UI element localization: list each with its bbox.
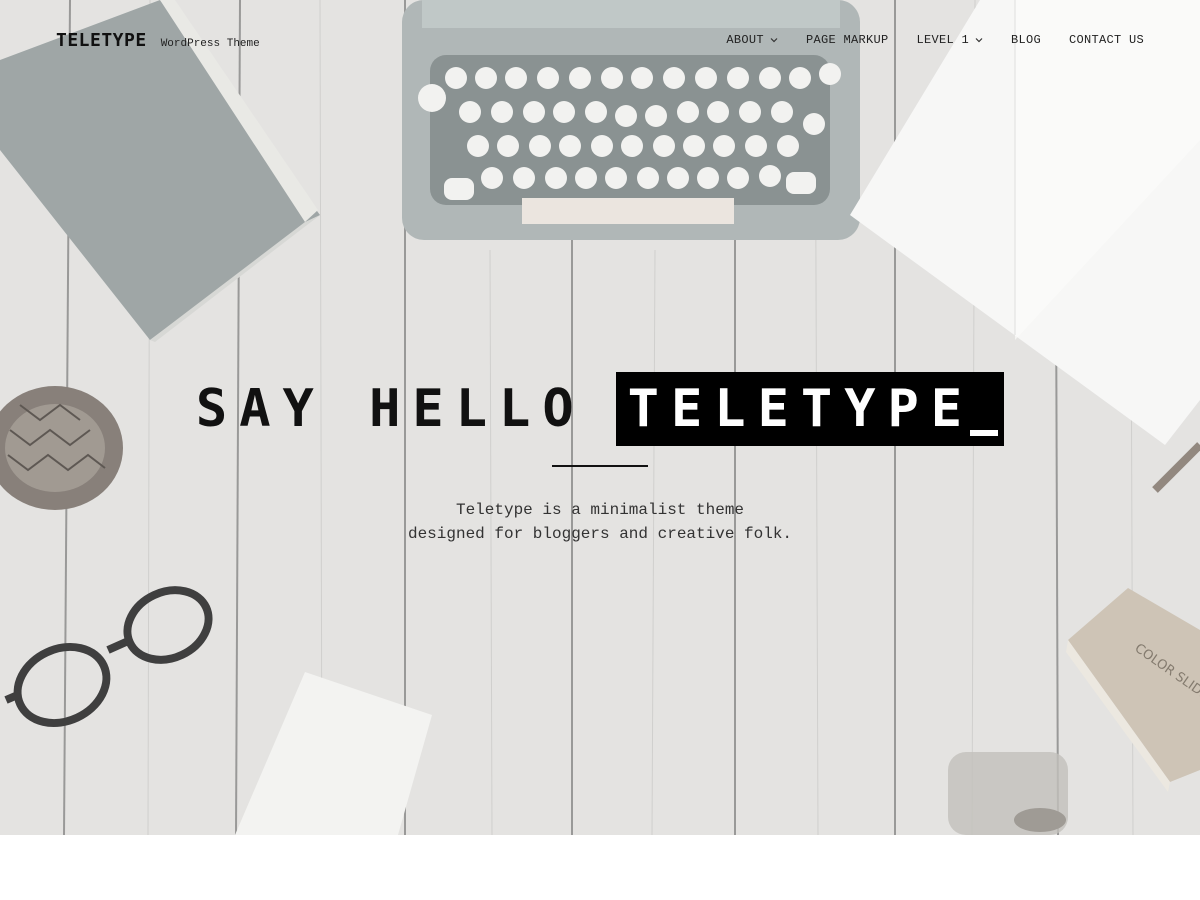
chevron-down-icon bbox=[975, 38, 983, 43]
hero-headline: SAY HELLO TELETYPE bbox=[0, 372, 1200, 446]
text-cursor-icon bbox=[970, 430, 999, 436]
nav-item-blog[interactable]: BLOG bbox=[1011, 33, 1041, 47]
hero-tagline: Teletype is a minimalist theme designed … bbox=[0, 498, 1200, 546]
content-area bbox=[0, 835, 1200, 900]
tagline-line-2: designed for bloggers and creative folk. bbox=[407, 525, 793, 543]
site-title-link[interactable]: TELETYPE bbox=[56, 30, 147, 51]
site-branding: TELETYPE WordPress Theme bbox=[56, 30, 260, 51]
nav-item-label: ABOUT bbox=[726, 33, 764, 47]
headline-highlight-box: TELETYPE bbox=[615, 372, 1005, 446]
nav-item-page-markup[interactable]: PAGE MARKUP bbox=[806, 33, 889, 47]
nav-item-label: BLOG bbox=[1010, 33, 1041, 47]
headline-plain-text: SAY HELLO bbox=[195, 379, 586, 439]
site-description: WordPress Theme bbox=[160, 38, 260, 50]
main-navigation: ABOUT PAGE MARKUP LEVEL 1 BLOG CONTACT U… bbox=[726, 33, 1144, 47]
tagline-line-1: Teletype is a minimalist theme bbox=[455, 501, 745, 519]
hero-section: COLOR SLIDES TELETYPE WordPress Theme AB… bbox=[0, 0, 1200, 835]
headline-highlight-text: TELETYPE bbox=[627, 379, 975, 439]
nav-item-contact-us[interactable]: CONTACT US bbox=[1069, 33, 1144, 47]
nav-item-about[interactable]: ABOUT bbox=[726, 33, 778, 47]
headline-divider bbox=[552, 465, 648, 467]
nav-item-label: CONTACT US bbox=[1068, 33, 1144, 47]
nav-item-label: LEVEL 1 bbox=[916, 33, 969, 47]
nav-item-level-1[interactable]: LEVEL 1 bbox=[916, 33, 983, 47]
chevron-down-icon bbox=[770, 38, 778, 43]
nav-item-label: PAGE MARKUP bbox=[805, 33, 889, 47]
